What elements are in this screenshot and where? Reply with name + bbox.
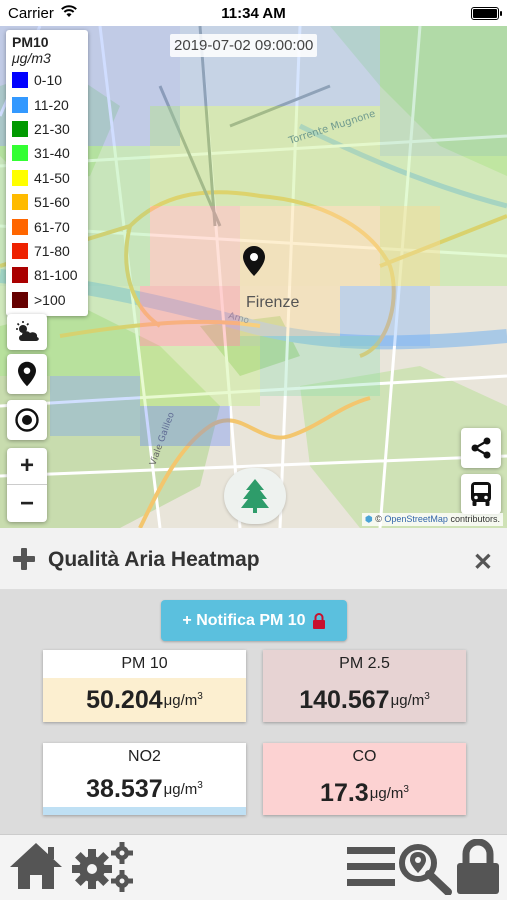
menu-icon[interactable] <box>347 845 395 887</box>
legend-title: PM10 <box>12 34 49 50</box>
legend-swatch <box>12 145 28 162</box>
legend-item: 31-40 <box>12 141 84 165</box>
card-label: NO2 <box>43 743 246 771</box>
map-marker-icon <box>18 361 36 387</box>
panel-title: Qualità Aria Heatmap <box>48 548 260 571</box>
share-icon <box>471 437 491 459</box>
card-unit: μg/m3 <box>369 784 409 802</box>
legend-swatch <box>12 120 28 137</box>
bus-icon <box>471 482 491 506</box>
pm25-card[interactable]: PM 2.5 140.567 μg/m3 <box>263 650 466 722</box>
leaflet-icon: ⬢ <box>364 514 373 524</box>
legend-label: 71-80 <box>34 242 70 259</box>
legend-item: 0-10 <box>12 68 84 92</box>
legend-label: >100 <box>34 291 66 308</box>
share-button[interactable] <box>461 428 501 468</box>
clock: 11:34 AM <box>221 5 286 22</box>
legend-item: 51-60 <box>12 190 84 214</box>
card-number: 17.3 <box>320 778 369 807</box>
city-label: Firenze <box>246 294 300 311</box>
legend-label: 0-10 <box>34 72 63 89</box>
location-pin-icon[interactable] <box>243 246 265 276</box>
attribution-prefix: © <box>375 514 382 524</box>
card-label: CO <box>263 743 466 771</box>
settings-icon[interactable] <box>70 839 136 895</box>
weather-button[interactable] <box>7 314 47 350</box>
status-bar: Carrier 11:34 AM <box>0 0 507 26</box>
legend-swatch <box>12 96 28 113</box>
zoom-control: + − <box>7 448 47 522</box>
legend-label: 41-50 <box>34 169 70 186</box>
search-location-icon[interactable] <box>398 843 452 895</box>
legend-label: 21-30 <box>34 120 70 137</box>
legend-swatch <box>12 194 28 211</box>
legend-swatch <box>12 72 28 89</box>
legend-label: 81-100 <box>34 267 78 284</box>
attribution-suffix: contributors. <box>450 514 500 524</box>
card-value: 50.204 μg/m3 <box>43 678 246 722</box>
zoom-in-button[interactable]: + <box>7 448 47 485</box>
osm-link[interactable]: OpenStreetMap <box>384 514 448 524</box>
card-number: 140.567 <box>299 685 390 714</box>
legend-label: 51-60 <box>34 194 70 211</box>
legend-swatch <box>12 242 28 259</box>
legend-item: 61-70 <box>12 214 84 238</box>
crosshair-icon <box>15 408 39 432</box>
legend-item: 41-50 <box>12 166 84 190</box>
legend-unit: μg/m3 <box>12 50 51 66</box>
battery-icon <box>471 7 502 20</box>
card-unit: μg/m3 <box>390 691 430 709</box>
legend-swatch <box>12 291 28 308</box>
legend-label: 31-40 <box>34 145 70 162</box>
close-icon[interactable]: ✕ <box>473 548 493 577</box>
panel-body: + Notifica PM 10 PM 10 50.204 μg/m3 PM 2… <box>0 590 507 834</box>
legend-item: >100 <box>12 288 84 312</box>
pm10-card[interactable]: PM 10 50.204 μg/m3 <box>43 650 246 722</box>
notify-label: + Notifica PM 10 <box>182 611 306 629</box>
lock-icon[interactable] <box>456 839 500 895</box>
legend-item: 71-80 <box>12 239 84 263</box>
zoom-out-button[interactable]: − <box>7 485 47 522</box>
bottom-toolbar <box>0 834 507 900</box>
locate-me-button[interactable] <box>7 400 47 440</box>
home-icon[interactable] <box>8 841 64 891</box>
map-view[interactable]: Torrente Mugnone Arno Viale Galileo Fire… <box>0 26 507 528</box>
legend-item: 11-20 <box>12 92 84 116</box>
card-unit: μg/m3 <box>163 691 203 709</box>
card-value: 17.3 μg/m3 <box>263 771 466 815</box>
card-label: PM 10 <box>43 650 246 678</box>
card-unit: μg/m3 <box>163 780 203 798</box>
weather-icon <box>16 321 39 341</box>
co-card[interactable]: CO 17.3 μg/m3 <box>263 743 466 815</box>
legend-swatch <box>12 218 28 235</box>
map-attribution: ⬢ © OpenStreetMap contributors. <box>361 513 503 526</box>
legend-swatch <box>12 169 28 186</box>
legend-label: 11-20 <box>34 96 69 113</box>
panel-header: Qualità Aria Heatmap ✕ <box>0 528 507 590</box>
tree-icon <box>241 479 269 513</box>
plus-icon[interactable] <box>12 547 36 571</box>
bus-button[interactable] <box>461 474 501 514</box>
card-label: PM 2.5 <box>263 650 466 678</box>
timestamp-label: 2019-07-02 09:00:00 <box>170 34 318 57</box>
card-number: 38.537 <box>86 774 163 803</box>
pm10-legend: PM10 μg/m3 0-10 11-20 21-30 31-40 41-50 51-60… <box>6 30 88 316</box>
no2-card[interactable]: NO2 38.537 μg/m3 <box>43 743 246 815</box>
lock-icon <box>312 612 325 629</box>
legend-swatch <box>12 267 28 284</box>
legend-label: 61-70 <box>34 218 70 235</box>
marker-button[interactable] <box>7 354 47 394</box>
legend-item: 21-30 <box>12 117 84 141</box>
green-areas-button[interactable] <box>224 468 286 524</box>
legend-item: 81-100 <box>12 263 84 287</box>
card-value: 140.567 μg/m3 <box>263 678 466 722</box>
notify-pm10-button[interactable]: + Notifica PM 10 <box>161 600 347 641</box>
card-number: 50.204 <box>86 685 163 714</box>
card-value: 38.537 μg/m3 <box>43 771 246 807</box>
